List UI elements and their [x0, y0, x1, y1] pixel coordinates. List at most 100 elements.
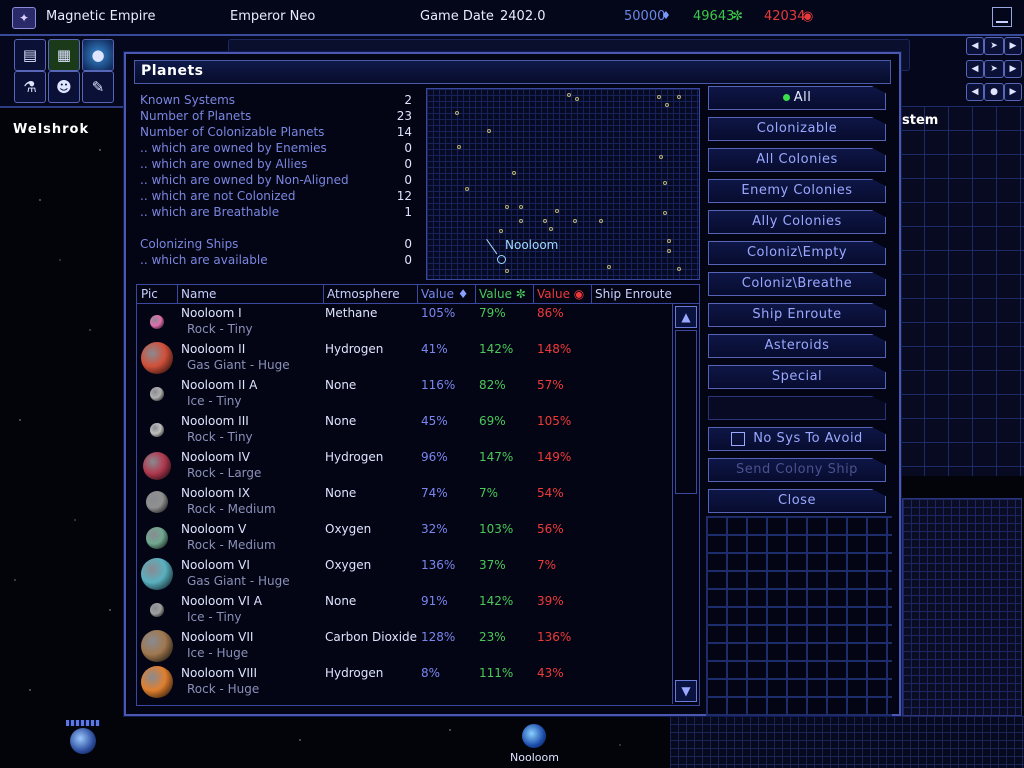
- ship-health-bar: [66, 720, 100, 726]
- star-system-icon[interactable]: [667, 249, 671, 253]
- star-system-icon[interactable]: [543, 219, 547, 223]
- arrow-right-icon-3[interactable]: ▶: [1004, 83, 1022, 101]
- table-row[interactable]: Nooloom IV Rock - Large Hydrogen 96% 147% 149…: [137, 448, 671, 484]
- star-system-icon[interactable]: [607, 265, 611, 269]
- map-route-line: [486, 239, 498, 255]
- planet-type: Rock - Large: [187, 466, 262, 480]
- star-system-icon[interactable]: [659, 155, 663, 159]
- notepad-icon[interactable]: ✎: [82, 71, 114, 103]
- column-name[interactable]: Name: [181, 287, 216, 301]
- star-system-icon[interactable]: [465, 187, 469, 191]
- star-system-icon[interactable]: [519, 205, 523, 209]
- star-system-icon[interactable]: [519, 219, 523, 223]
- star-system-icon[interactable]: [505, 205, 509, 209]
- table-scrollbar[interactable]: ▲ ▼: [672, 304, 699, 704]
- star-system-icon[interactable]: [663, 181, 667, 185]
- table-row[interactable]: Nooloom II Gas Giant - Huge Hydrogen 41% 142…: [137, 340, 671, 376]
- dialog-title-bar[interactable]: Planets: [134, 60, 891, 84]
- arrow-left-icon-3[interactable]: ◀: [966, 83, 984, 101]
- star-system-icon[interactable]: [549, 227, 553, 231]
- star-system-icon[interactable]: [555, 209, 559, 213]
- arrow-right-icon[interactable]: ▶: [1004, 37, 1022, 55]
- star-system-icon[interactable]: [457, 145, 461, 149]
- column-atmosphere[interactable]: Atmosphere: [327, 287, 400, 301]
- star-system-icon[interactable]: [455, 111, 459, 115]
- star-system-icon[interactable]: [665, 103, 669, 107]
- planet-value-1: 116%: [421, 378, 456, 392]
- no-sys-to-avoid-checkbox[interactable]: No Sys To Avoid: [708, 427, 886, 451]
- close-button[interactable]: Close: [708, 489, 886, 513]
- star-system-icon[interactable]: [505, 269, 509, 273]
- table-row[interactable]: Nooloom VI Gas Giant - Huge Oxygen 136% 37% 7…: [137, 556, 671, 592]
- current-system-marker[interactable]: [497, 255, 506, 264]
- planet-atmosphere: None: [325, 378, 357, 392]
- filter-all-colonies-button[interactable]: All Colonies: [708, 148, 886, 172]
- star-system-icon[interactable]: [575, 97, 579, 101]
- scroll-thumb[interactable]: [675, 330, 697, 494]
- planet-atmosphere: Carbon Dioxide: [325, 630, 418, 644]
- column-value-3[interactable]: Value ◉: [537, 287, 584, 301]
- circuit-board-icon[interactable]: ▦: [48, 39, 80, 71]
- arrow-left-icon-2[interactable]: ◀: [966, 60, 984, 78]
- scroll-up-icon[interactable]: ▲: [675, 306, 697, 328]
- planet-type: Rock - Medium: [187, 538, 276, 552]
- column-value-2[interactable]: Value ✼: [479, 287, 526, 301]
- fleet-icon[interactable]: ➤: [984, 60, 1004, 78]
- star-system-icon[interactable]: [573, 219, 577, 223]
- star-system-icon[interactable]: [567, 93, 571, 97]
- scroll-down-icon[interactable]: ▼: [675, 680, 697, 702]
- table-row[interactable]: Nooloom V Rock - Medium Oxygen 32% 103% 56%: [137, 520, 671, 556]
- filter-enemy-colonies-button[interactable]: Enemy Colonies: [708, 179, 886, 203]
- table-row[interactable]: Nooloom VI A Ice - Tiny None 91% 142% 39%: [137, 592, 671, 628]
- planet-name: Nooloom II: [181, 342, 246, 356]
- star-system-icon[interactable]: [599, 219, 603, 223]
- system-map[interactable]: Nooloom: [426, 88, 700, 280]
- selected-ship-icon[interactable]: [70, 728, 96, 754]
- flask-icon[interactable]: ⚗: [14, 71, 46, 103]
- star-system-icon[interactable]: [663, 211, 667, 215]
- table-row[interactable]: Nooloom VII Ice - Huge Carbon Dioxide 128% 2…: [137, 628, 671, 664]
- arrow-right-icon-2[interactable]: ▶: [1004, 60, 1022, 78]
- filter-ally-colonies-button[interactable]: Ally Colonies: [708, 210, 886, 234]
- column-value-1[interactable]: Value ♦: [421, 287, 469, 301]
- planet-value-2: 7%: [479, 486, 499, 500]
- checkbox-icon[interactable]: [731, 431, 746, 446]
- table-row[interactable]: Nooloom IX Rock - Medium None 74% 7% 54%: [137, 484, 671, 520]
- star-system-icon[interactable]: [677, 267, 681, 271]
- table-row[interactable]: Nooloom I Rock - Tiny Methane 105% 79% 86%: [137, 304, 671, 340]
- star-system-icon[interactable]: [677, 95, 681, 99]
- star-system-icon[interactable]: [487, 129, 491, 133]
- planet-value-2: 142%: [479, 594, 514, 608]
- alien-head-icon[interactable]: ☻: [48, 71, 80, 103]
- small-planet-icon[interactable]: ●: [984, 83, 1004, 101]
- planet-globe-icon[interactable]: ●: [82, 39, 114, 71]
- star-system-icon[interactable]: [667, 239, 671, 243]
- filter-asteroids-button[interactable]: Asteroids: [708, 334, 886, 358]
- filter-colonizable-button[interactable]: Colonizable: [708, 117, 886, 141]
- column-ship-enroute[interactable]: Ship Enroute: [595, 287, 672, 301]
- table-row[interactable]: Nooloom VIII Rock - Huge Hydrogen 8% 111% 43%: [137, 664, 671, 700]
- filter-all-button[interactable]: All: [708, 86, 886, 110]
- planet-statistics: Known Systems 2 Number of Planets 23 Numbe…: [140, 92, 412, 268]
- target-icon: ◉: [573, 287, 585, 301]
- arrow-left-icon[interactable]: ◀: [966, 37, 984, 55]
- star-system-icon[interactable]: [512, 171, 516, 175]
- filter-ship-enroute-button[interactable]: Ship Enroute: [708, 303, 886, 327]
- send-colony-ship-button[interactable]: Send Colony Ship: [708, 458, 886, 482]
- minimize-window-button[interactable]: [992, 7, 1012, 27]
- planet-type: Gas Giant - Huge: [187, 574, 290, 588]
- table-row[interactable]: Nooloom II A Ice - Tiny None 116% 82% 57%: [137, 376, 671, 412]
- table-row[interactable]: Nooloom III Rock - Tiny None 45% 69% 105%: [137, 412, 671, 448]
- filter-coloniz-breathe-button[interactable]: Coloniz\Breathe: [708, 272, 886, 296]
- selected-planet-icon[interactable]: [522, 724, 546, 748]
- filter-coloniz-empty-button[interactable]: Coloniz\Empty: [708, 241, 886, 265]
- column-pic[interactable]: Pic: [141, 287, 158, 301]
- empire-emblem-icon[interactable]: ✦: [12, 7, 36, 29]
- star-system-icon[interactable]: [499, 229, 503, 233]
- galaxy-minimap[interactable]: [902, 498, 1022, 716]
- filter-special-button[interactable]: Special: [708, 365, 886, 389]
- empty-filter-slot: [708, 396, 886, 420]
- star-system-icon[interactable]: [657, 95, 661, 99]
- ship-icon[interactable]: ➤: [984, 37, 1004, 55]
- document-icon[interactable]: ▤: [14, 39, 46, 71]
